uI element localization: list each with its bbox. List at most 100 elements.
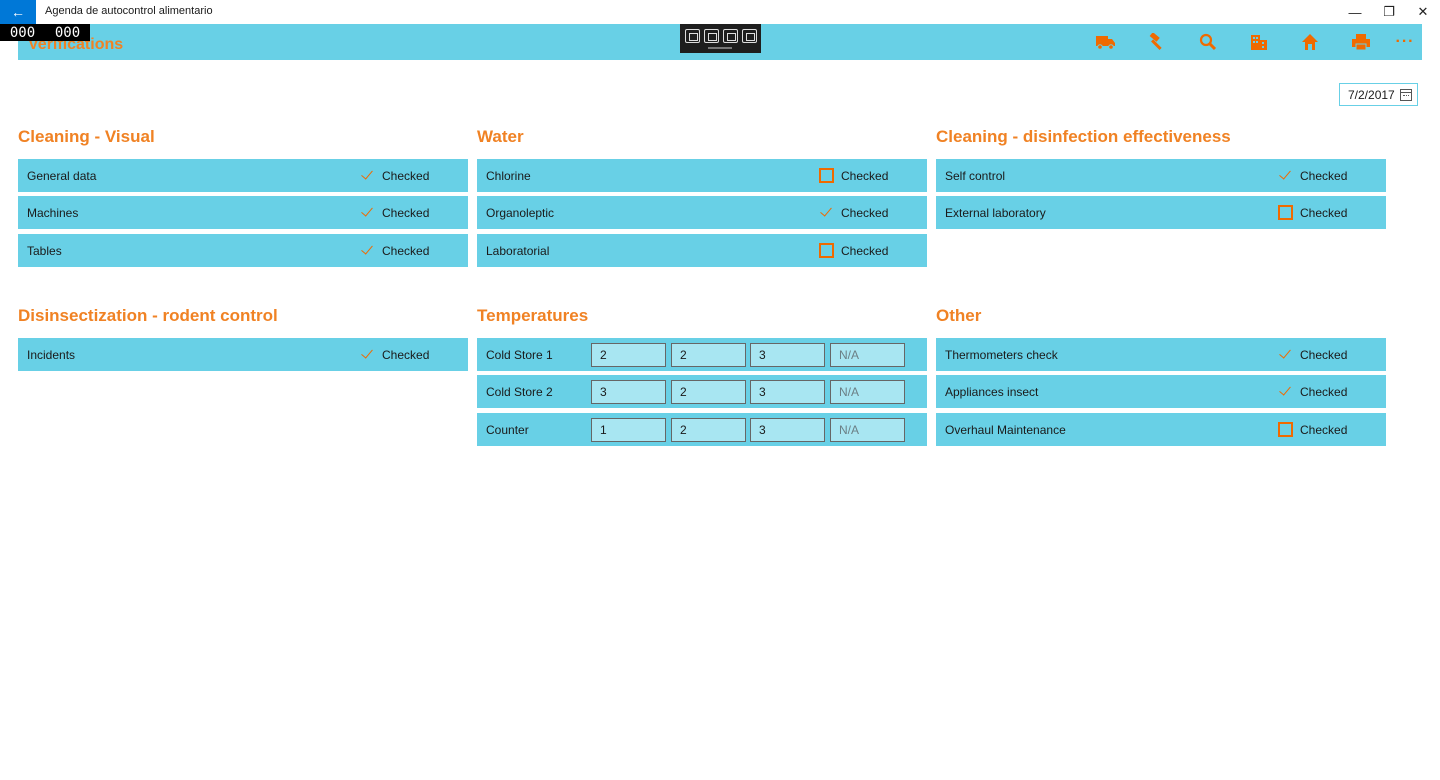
temperature-input-empty[interactable]: N/A <box>830 380 905 404</box>
print-button[interactable] <box>1350 32 1372 52</box>
check-row: Overhaul Maintenance Checked <box>936 413 1386 446</box>
counter-left: 000 <box>9 24 36 41</box>
checkbox-box <box>1278 205 1293 220</box>
checkbox-box <box>1278 422 1293 437</box>
checkmark-icon <box>360 168 375 183</box>
checkbox-label: Checked <box>841 205 889 220</box>
check-row: Appliances insect Checked <box>936 375 1386 408</box>
checkbox-thermometers-check[interactable]: Checked <box>1278 346 1347 363</box>
more-button[interactable]: ··· <box>1394 32 1416 52</box>
establishment-button[interactable] <box>1248 32 1270 52</box>
row-label: Appliances insect <box>945 385 1039 399</box>
truck-icon <box>1096 36 1115 50</box>
checkbox-label: Checked <box>382 243 430 258</box>
temperature-input[interactable]: 2 <box>671 343 746 367</box>
checkbox-label: Checked <box>1300 422 1348 437</box>
checkbox-label: Checked <box>1300 347 1348 362</box>
suppliers-button[interactable] <box>1095 32 1117 52</box>
temperature-input[interactable]: 3 <box>750 418 825 442</box>
temperature-row: Cold Store 1 2 2 3 N/A <box>477 338 927 371</box>
row-label: Overhaul Maintenance <box>945 423 1066 437</box>
search-button[interactable] <box>1197 32 1219 52</box>
temperature-input-empty[interactable]: N/A <box>830 343 905 367</box>
checkbox-label: Checked <box>382 347 430 362</box>
layout-adorner-icon[interactable] <box>722 29 738 43</box>
checkbox-label: Checked <box>1300 168 1348 183</box>
live-tree-icon[interactable] <box>684 29 700 43</box>
section-other: Other Thermometers check Checked Applian… <box>936 304 1386 446</box>
calendar-icon <box>1400 89 1412 101</box>
section-title: Cleaning - disinfection effectiveness <box>936 127 1231 146</box>
check-row: Machines Checked <box>18 196 468 229</box>
checkbox-label: Checked <box>382 168 430 183</box>
checkbox-appliances-insect[interactable]: Checked <box>1278 383 1347 400</box>
row-label: General data <box>27 169 97 183</box>
home-button[interactable] <box>1299 32 1321 52</box>
search-icon <box>1199 33 1217 51</box>
date-picker[interactable]: 7/2/2017 <box>1339 83 1418 106</box>
hammer-icon <box>1149 33 1162 50</box>
row-label: Cold Store 1 <box>486 348 553 362</box>
temperature-input[interactable]: 2 <box>671 418 746 442</box>
track-focus-icon[interactable] <box>741 29 757 43</box>
section-title: Other <box>936 306 982 325</box>
maintenance-button[interactable] <box>1146 32 1168 52</box>
checkbox-overhaul-maintenance[interactable]: Checked <box>1278 421 1347 438</box>
section-title: Water <box>477 127 524 146</box>
checkbox-organoleptic[interactable]: Checked <box>819 204 888 221</box>
temperature-input[interactable]: 2 <box>671 380 746 404</box>
checkbox-chlorine[interactable]: Checked <box>819 167 888 184</box>
section-disinsectization: Disinsectization - rodent control Incide… <box>18 304 468 371</box>
select-element-icon[interactable] <box>703 29 719 43</box>
close-button[interactable]: ✕ <box>1406 0 1440 24</box>
checkbox-tables[interactable]: Checked <box>360 242 429 259</box>
section-cleaning-visual: Cleaning - Visual General data Checked M… <box>18 125 468 267</box>
checkbox-general-data[interactable]: Checked <box>360 167 429 184</box>
checkmark-icon <box>1278 384 1293 399</box>
checkbox-label: Checked <box>841 168 889 183</box>
temperature-row: Cold Store 2 3 2 3 N/A <box>477 375 927 408</box>
maximize-button[interactable]: ❐ <box>1372 0 1406 24</box>
temperature-row: Counter 1 2 3 N/A <box>477 413 927 446</box>
checkmark-icon <box>819 205 834 220</box>
row-label: Chlorine <box>486 169 531 183</box>
temperature-input-empty[interactable]: N/A <box>830 418 905 442</box>
checkmark-icon <box>360 243 375 258</box>
checkbox-label: Checked <box>841 243 889 258</box>
checkbox-box <box>819 243 834 258</box>
checkbox-laboratorial[interactable]: Checked <box>819 242 888 259</box>
check-row: General data Checked <box>18 159 468 192</box>
temperature-input[interactable]: 2 <box>591 343 666 367</box>
row-label: Cold Store 2 <box>486 385 553 399</box>
counter-right: 000 <box>54 24 81 41</box>
temperature-input[interactable]: 3 <box>591 380 666 404</box>
toolbar-grip[interactable] <box>708 47 732 49</box>
row-label: Laboratorial <box>486 244 550 258</box>
back-arrow-icon: ← <box>11 4 25 20</box>
row-label: Incidents <box>27 348 76 362</box>
section-water: Water Chlorine Checked Organoleptic Chec… <box>477 125 927 267</box>
checkmark-icon <box>360 347 375 362</box>
minimize-button[interactable]: — <box>1338 0 1372 24</box>
row-label: Machines <box>27 206 79 220</box>
checkbox-machines[interactable]: Checked <box>360 204 429 221</box>
section-title: Cleaning - Visual <box>18 127 155 146</box>
section-title: Temperatures <box>477 306 589 325</box>
app-title: Agenda de autocontrol alimentario <box>45 5 213 17</box>
temperature-input[interactable]: 3 <box>750 380 825 404</box>
date-value: 7/2/2017 <box>1348 87 1395 102</box>
title-bar: ← Agenda de autocontrol alimentario — ❐ … <box>0 0 1440 24</box>
back-button[interactable]: ← <box>0 0 36 24</box>
check-row: Chlorine Checked <box>477 159 927 192</box>
temperature-input[interactable]: 3 <box>750 343 825 367</box>
row-label: External laboratory <box>945 206 1046 220</box>
home-icon <box>1302 34 1318 50</box>
checkbox-label: Checked <box>1300 384 1348 399</box>
checkbox-self-control[interactable]: Checked <box>1278 167 1347 184</box>
section-cleaning-disinfection: Cleaning - disinfection effectiveness Se… <box>936 125 1386 229</box>
row-label: Thermometers check <box>945 348 1058 362</box>
checkmark-icon <box>360 205 375 220</box>
temperature-input[interactable]: 1 <box>591 418 666 442</box>
checkbox-external-laboratory[interactable]: Checked <box>1278 204 1347 221</box>
checkbox-incidents[interactable]: Checked <box>360 346 429 363</box>
